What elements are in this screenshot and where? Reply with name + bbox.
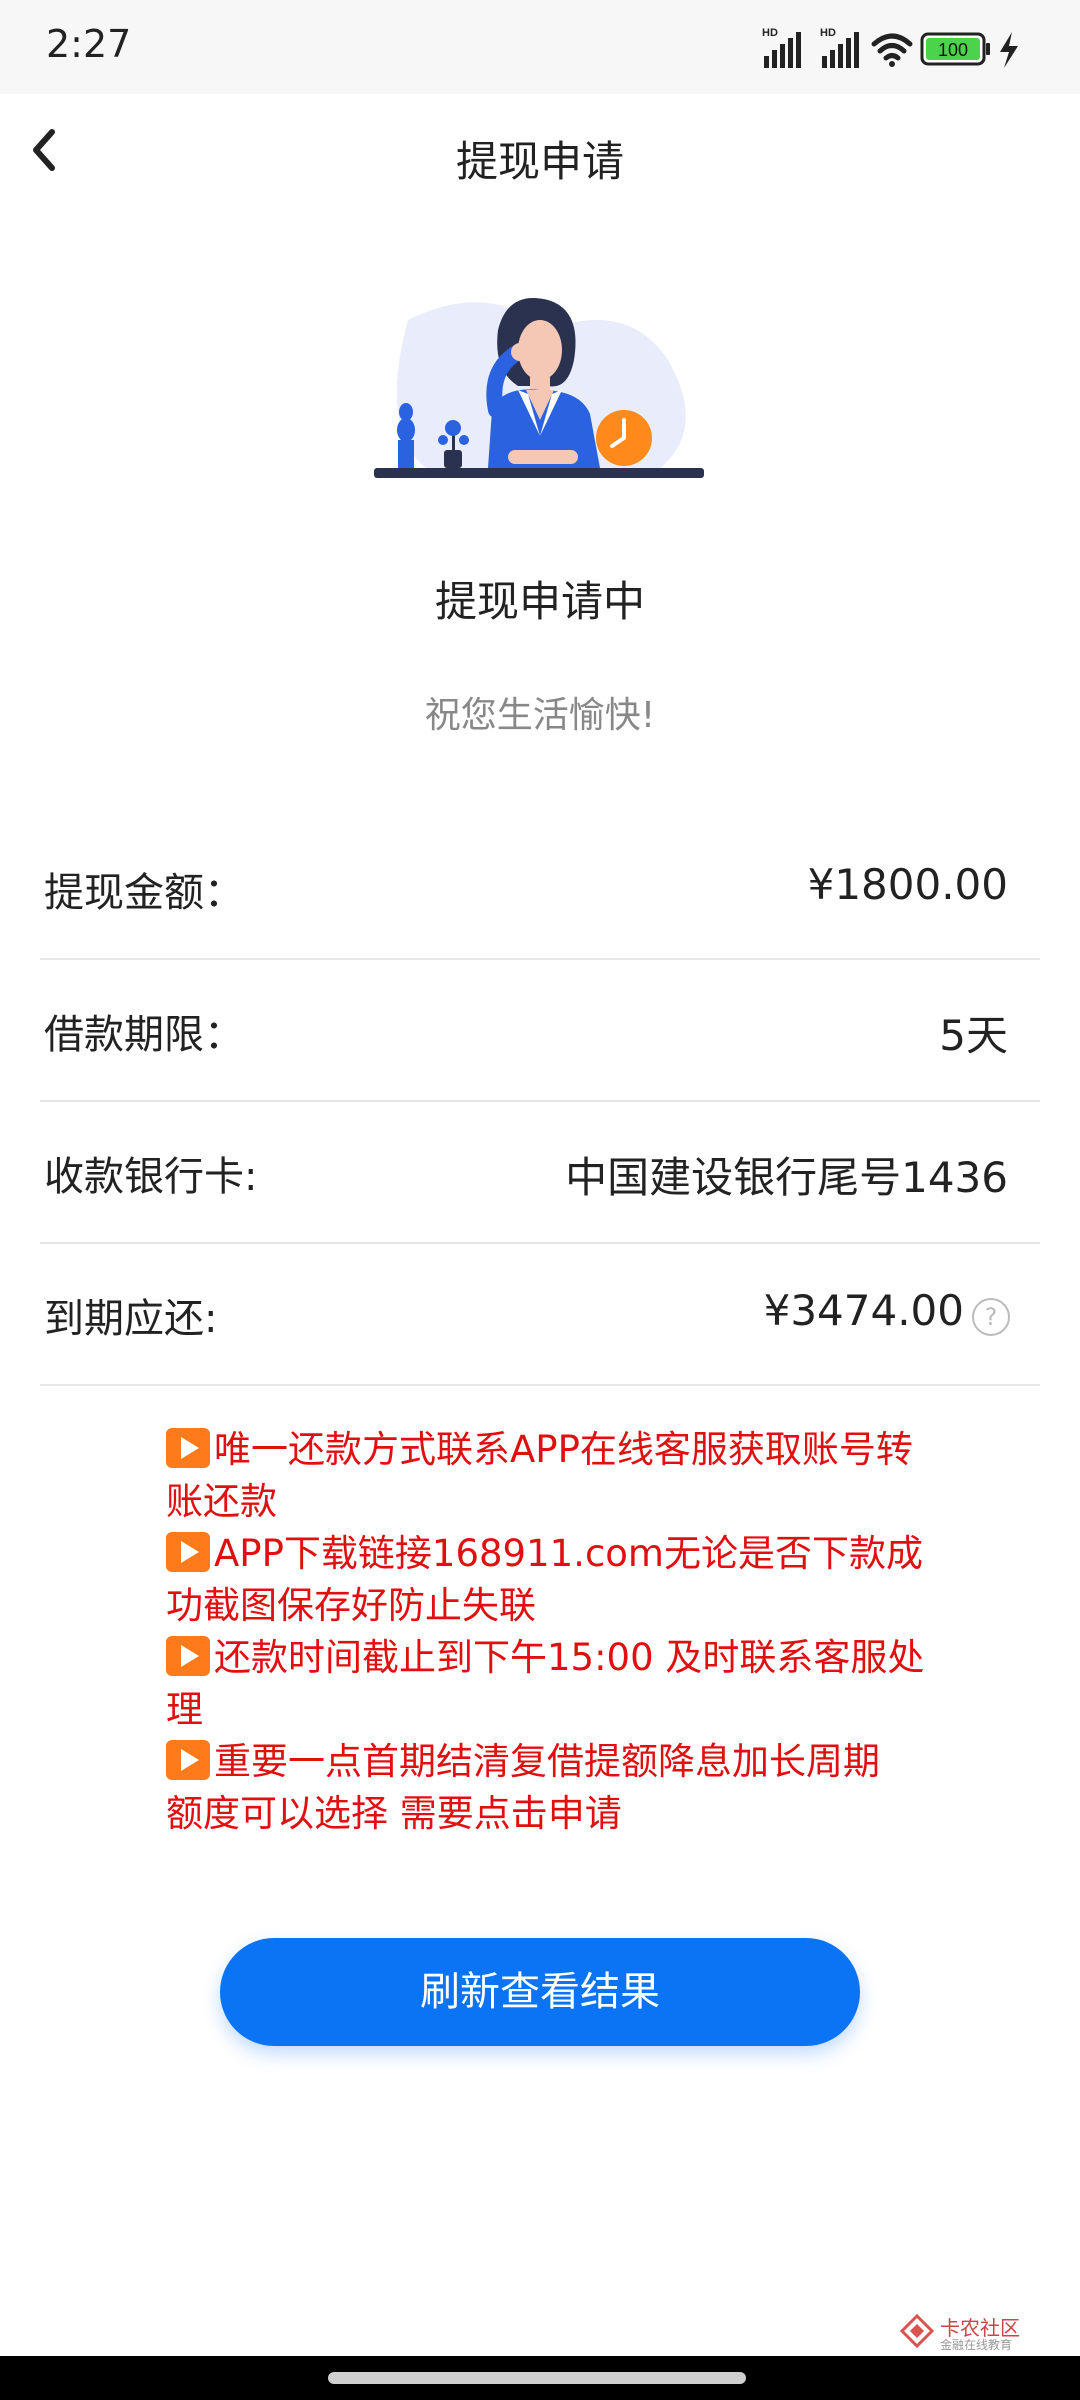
loan-term-label: 借款期限：	[44, 1012, 244, 1058]
status-time: 2:27	[46, 22, 132, 66]
notice-text: 还款时间截止到下午15:00 及时联系客服处理	[166, 1636, 925, 1731]
notice-item: APP下载链接168911.com无论是否下款成功截图保存好防止失联	[166, 1528, 926, 1632]
status-bar: 2:27 HD HD 100	[0, 0, 1080, 94]
signal-icon: HD	[762, 27, 801, 68]
page-title: 提现申请	[455, 137, 624, 186]
battery-icon: 100	[920, 32, 990, 66]
status-subtitle: 祝您生活愉快!	[424, 695, 656, 736]
notice-text: 唯一还款方式联系APP在线客服获取账号转账还款	[166, 1428, 913, 1523]
clock-icon	[596, 410, 652, 466]
play-icon	[166, 1428, 210, 1468]
notice-item: 还款时间截止到下午15:00 及时联系客服处理	[166, 1632, 926, 1736]
gesture-bar	[0, 2356, 1080, 2400]
repayment-notice: 唯一还款方式联系APP在线客服获取账号转账还款 APP下载链接168911.co…	[166, 1424, 926, 1840]
play-icon	[166, 1636, 210, 1676]
nav-bar: 提现申请	[0, 94, 1080, 214]
withdraw-amount-label: 提现金额：	[44, 870, 244, 916]
watermark: 卡农社区 金融在线教育	[900, 2310, 1050, 2354]
watermark-subtext: 金融在线教育	[940, 2338, 1013, 2352]
bank-card-label: 收款银行卡:	[44, 1154, 258, 1200]
battery-level: 100	[938, 40, 968, 60]
status-title: 提现申请中	[434, 577, 645, 626]
network-type-2: HD	[820, 27, 836, 39]
signal-icon-2: HD	[820, 27, 859, 68]
watermark-logo-icon	[900, 2314, 934, 2348]
notice-text: 重要一点首期结清复借提额降息加长周期 额度可以选择 需要点击申请	[166, 1740, 880, 1835]
help-icon[interactable]: ?	[972, 1298, 1010, 1336]
wifi-icon	[871, 33, 913, 67]
withdraw-amount-value: ¥1800.00	[807, 860, 1008, 909]
play-icon	[166, 1740, 210, 1780]
withdraw-amount-row: 提现金额： ¥1800.00	[40, 816, 1040, 960]
notice-text: APP下载链接168911.com无论是否下款成功截图保存好防止失联	[166, 1532, 923, 1627]
bank-card-row: 收款银行卡: 中国建设银行尾号1436	[40, 1100, 1040, 1244]
notice-item: 重要一点首期结清复借提额降息加长周期 额度可以选择 需要点击申请	[166, 1736, 926, 1840]
home-indicator[interactable]	[328, 2372, 746, 2384]
network-type-1: HD	[762, 27, 778, 39]
bank-card-value: 中国建设银行尾号1436	[565, 1153, 1008, 1202]
hero-illustration	[368, 290, 712, 490]
refresh-result-button[interactable]: 刷新查看结果	[220, 1938, 860, 2046]
status-icons: HD HD 100	[762, 26, 1042, 72]
charging-icon	[1000, 32, 1018, 68]
due-amount-label: 到期应还:	[44, 1296, 218, 1342]
notice-item: 唯一还款方式联系APP在线客服获取账号转账还款	[166, 1424, 926, 1528]
play-icon	[166, 1532, 210, 1572]
due-amount-value: ¥3474.00	[763, 1286, 964, 1335]
loan-term-value: 5天	[939, 1011, 1008, 1060]
due-amount-row: 到期应还: ¥3474.00 ?	[40, 1242, 1040, 1386]
loan-term-row: 借款期限： 5天	[40, 958, 1040, 1102]
